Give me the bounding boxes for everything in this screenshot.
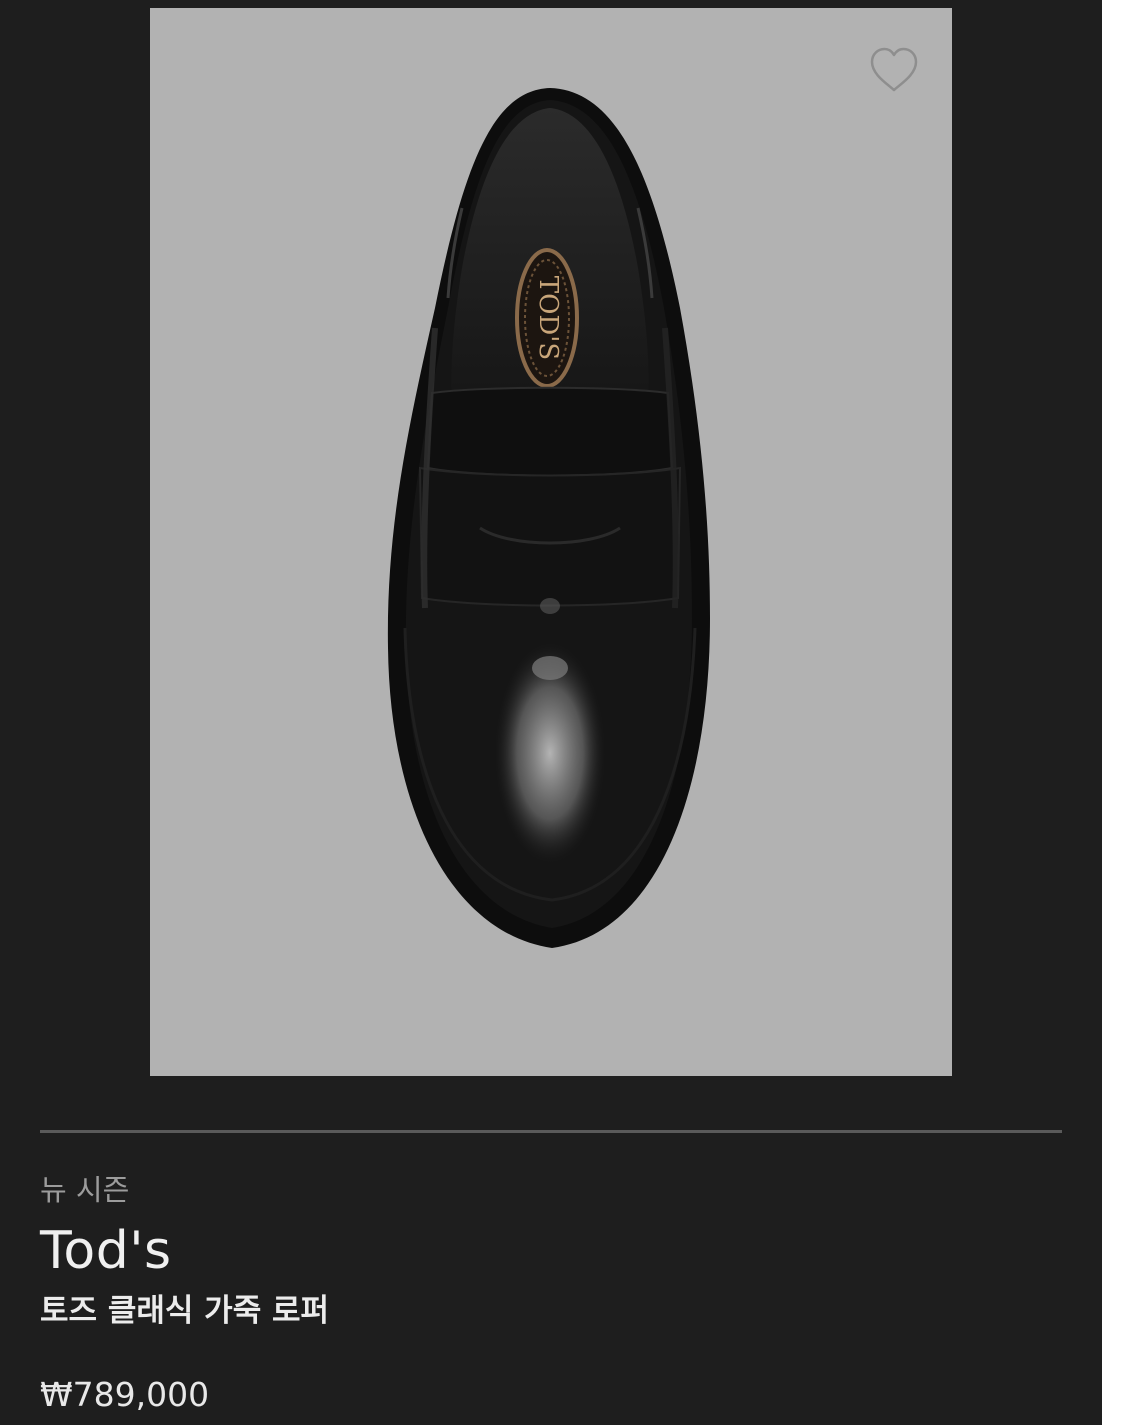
product-image-frame[interactable]: TOD'S (150, 8, 952, 1076)
logo-text: TOD'S (533, 276, 563, 360)
divider (40, 1130, 1062, 1133)
product-price: ₩789,000 (40, 1375, 210, 1414)
product-name[interactable]: 토즈 클래식 가죽 로퍼 (40, 1290, 329, 1332)
heart-outline-icon (870, 47, 918, 92)
product-image: TOD'S (387, 88, 710, 948)
wishlist-button[interactable] (866, 42, 922, 98)
season-label: 뉴 시즌 (40, 1173, 130, 1207)
product-card[interactable]: TOD'S 뉴 시즌 Tod's 토즈 클래식 가죽 로퍼 ₩789,000 (0, 0, 1102, 1425)
brand-name[interactable]: Tod's (40, 1220, 172, 1282)
